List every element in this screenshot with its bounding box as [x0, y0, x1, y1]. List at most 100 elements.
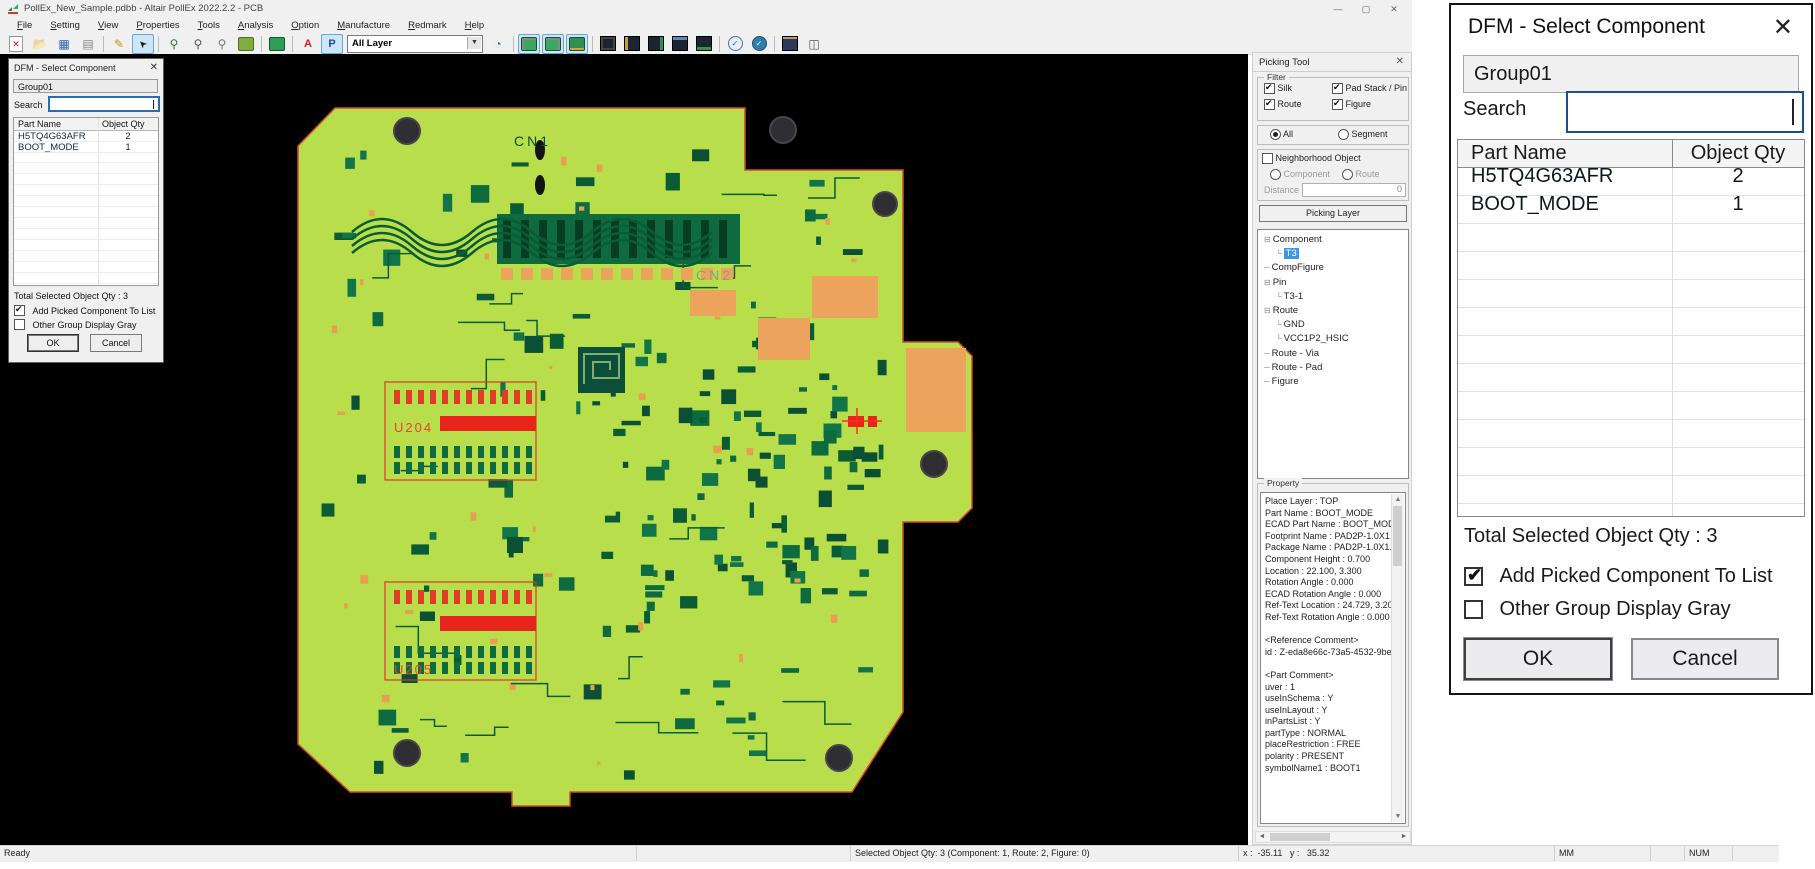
print-icon[interactable]: ▤ — [77, 34, 99, 54]
menu-setting[interactable]: Setting — [43, 19, 87, 32]
tree-item-vcc1p2-hsic[interactable]: └VCC1P2_HSIC — [1258, 332, 1408, 346]
pcb-canvas[interactable]: U204 U205 CN1 CN2 — [0, 54, 1248, 845]
search-input[interactable] — [48, 96, 160, 112]
tree-item-route-pad[interactable]: ─Route - Pad — [1258, 361, 1408, 375]
tree-item-pin[interactable]: ⊟Pin — [1258, 276, 1408, 290]
view-image-icon[interactable] — [235, 34, 257, 54]
artwork-p-icon[interactable]: P — [321, 34, 343, 54]
close-icon[interactable]: ✕ — [1396, 56, 1404, 67]
table-header[interactable]: Part Name Object Qty — [1458, 140, 1804, 168]
save-icon[interactable]: ▦ — [53, 34, 75, 54]
add-picked-checkbox[interactable] — [1464, 567, 1483, 586]
menu-analysis[interactable]: Analysis — [231, 19, 280, 32]
tree-item-component[interactable]: ⊟Component — [1258, 233, 1408, 247]
horizontal-scrollbar[interactable]: ◄ ► — [1255, 831, 1411, 843]
scroll-thumb[interactable] — [1270, 833, 1330, 841]
component-both-view-icon[interactable] — [542, 34, 564, 54]
neighborhood-component-radio[interactable] — [1270, 169, 1281, 180]
status-units: MM — [1555, 846, 1651, 861]
scroll-right-icon[interactable]: ► — [1398, 832, 1410, 842]
menu-tools[interactable]: Tools — [191, 19, 227, 32]
layer-stack-5-icon[interactable] — [693, 34, 715, 54]
property-list[interactable]: Place Layer : TOPPart Name : BOOT_MODEEC… — [1260, 492, 1406, 824]
neighborhood-route-radio[interactable] — [1342, 169, 1353, 180]
zoom-fit-icon[interactable]: ⚲ — [211, 34, 233, 54]
tree-item-gnd[interactable]: └GND — [1258, 318, 1408, 332]
layer-stack-2-icon[interactable] — [621, 34, 643, 54]
scroll-up-icon[interactable]: ▲ — [1392, 494, 1404, 505]
ok-button[interactable]: OK — [27, 334, 79, 352]
ok-button[interactable]: OK — [1464, 638, 1612, 680]
u204-label: U204 — [394, 420, 433, 435]
distance-input[interactable]: 0 — [1302, 183, 1406, 197]
picking-layer-button[interactable]: Picking Layer — [1259, 205, 1407, 222]
filter-padstack-checkbox[interactable] — [1332, 83, 1343, 94]
scroll-thumb[interactable] — [1393, 506, 1402, 566]
zoom-in-icon[interactable]: ⚲ — [163, 34, 185, 54]
close-pcb-icon[interactable]: ✕ — [5, 34, 27, 54]
maximize-button[interactable]: ▢ — [1353, 2, 1379, 16]
select-cursor-icon[interactable]: ➤ — [132, 34, 154, 54]
check-tool-1-icon[interactable]: ✓ — [724, 34, 746, 54]
property-group-label: Property — [1264, 478, 1302, 488]
measure-icon[interactable]: ✎ — [108, 34, 130, 54]
tree-item-figure[interactable]: ─Figure — [1258, 375, 1408, 389]
tree-item-route[interactable]: ⊟Route — [1258, 304, 1408, 318]
scope-segment-radio[interactable] — [1338, 129, 1349, 140]
dialog-title: DFM - Select Component — [14, 63, 116, 73]
neighborhood-checkbox[interactable] — [1262, 153, 1273, 164]
layer-stack-3-icon[interactable] — [645, 34, 667, 54]
search-input[interactable] — [1566, 91, 1804, 133]
tree-item-t3[interactable]: └T3 — [1258, 247, 1408, 261]
layer-stack-1-icon[interactable] — [597, 34, 619, 54]
filter-silk-checkbox[interactable] — [1264, 83, 1275, 94]
snapshot-icon[interactable]: ◫ — [803, 34, 825, 54]
menu-properties[interactable]: Properties — [129, 19, 186, 32]
status-selection: Selected Object Qty: 3 (Component: 1, Ro… — [851, 846, 1239, 861]
layer-select-dropdown[interactable]: All Layer ▼ — [347, 35, 483, 53]
display-gray-checkbox[interactable] — [14, 319, 25, 330]
property-line: Footprint Name : PAD2P-1.0X1.0 — [1265, 531, 1405, 543]
table-row[interactable]: BOOT_MODE1 — [1458, 196, 1804, 224]
property-group: Property Place Layer : TOPPart Name : BO… — [1257, 483, 1409, 827]
board-view-icon[interactable] — [266, 34, 288, 54]
menu-file[interactable]: File — [10, 19, 39, 32]
close-icon[interactable]: ✕ — [150, 62, 158, 73]
close-icon[interactable]: ✕ — [1773, 13, 1793, 42]
menu-option[interactable]: Option — [284, 19, 326, 32]
open-file-icon[interactable]: 📂 — [29, 34, 51, 54]
component-bottom-view-icon[interactable] — [566, 34, 588, 54]
tree-item-compfigure[interactable]: ─CompFigure — [1258, 261, 1408, 275]
display-gray-label: Other Group Display Gray — [33, 320, 137, 330]
tree-item-t3-1[interactable]: └T3-1 — [1258, 290, 1408, 304]
property-line: placeRestriction : FREE — [1265, 739, 1405, 751]
zoom-out-icon[interactable]: ⚲ — [187, 34, 209, 54]
cancel-button[interactable]: Cancel — [90, 334, 142, 352]
color-settings-icon[interactable]: ◔ — [487, 34, 509, 54]
menu-help[interactable]: Help — [458, 19, 492, 32]
minimize-button[interactable]: — — [1325, 2, 1351, 16]
vertical-scrollbar[interactable]: ▲ ▼ — [1391, 494, 1404, 822]
component-top-view-icon[interactable] — [518, 34, 540, 54]
analysis-tool-icon[interactable] — [779, 34, 801, 54]
table-row[interactable]: H5TQ4G63AFR2 — [1458, 168, 1804, 196]
menu-redmark[interactable]: Redmark — [401, 19, 454, 32]
filter-route-checkbox[interactable] — [1264, 99, 1275, 110]
artwork-a-icon[interactable]: A — [297, 34, 319, 54]
close-button[interactable]: ✕ — [1381, 2, 1407, 16]
tree-item-route-via[interactable]: ─Route - Via — [1258, 347, 1408, 361]
filter-group-label: Filter — [1264, 72, 1289, 82]
distance-label: Distance — [1264, 185, 1299, 195]
filter-figure-checkbox[interactable] — [1332, 99, 1343, 110]
layer-stack-4-icon[interactable] — [669, 34, 691, 54]
add-picked-checkbox[interactable] — [14, 305, 25, 316]
cancel-button[interactable]: Cancel — [1631, 638, 1779, 680]
pcb-board-view[interactable]: U204 U205 CN1 CN2 — [0, 54, 1248, 845]
display-gray-checkbox[interactable] — [1464, 600, 1483, 619]
menu-view[interactable]: View — [91, 19, 125, 32]
check-tool-2-icon[interactable]: ✓ — [748, 34, 770, 54]
scroll-left-icon[interactable]: ◄ — [1256, 832, 1268, 842]
scroll-down-icon[interactable]: ▼ — [1392, 811, 1404, 822]
menu-manufacture[interactable]: Manufacture — [330, 19, 397, 32]
scope-all-radio[interactable] — [1270, 129, 1281, 140]
